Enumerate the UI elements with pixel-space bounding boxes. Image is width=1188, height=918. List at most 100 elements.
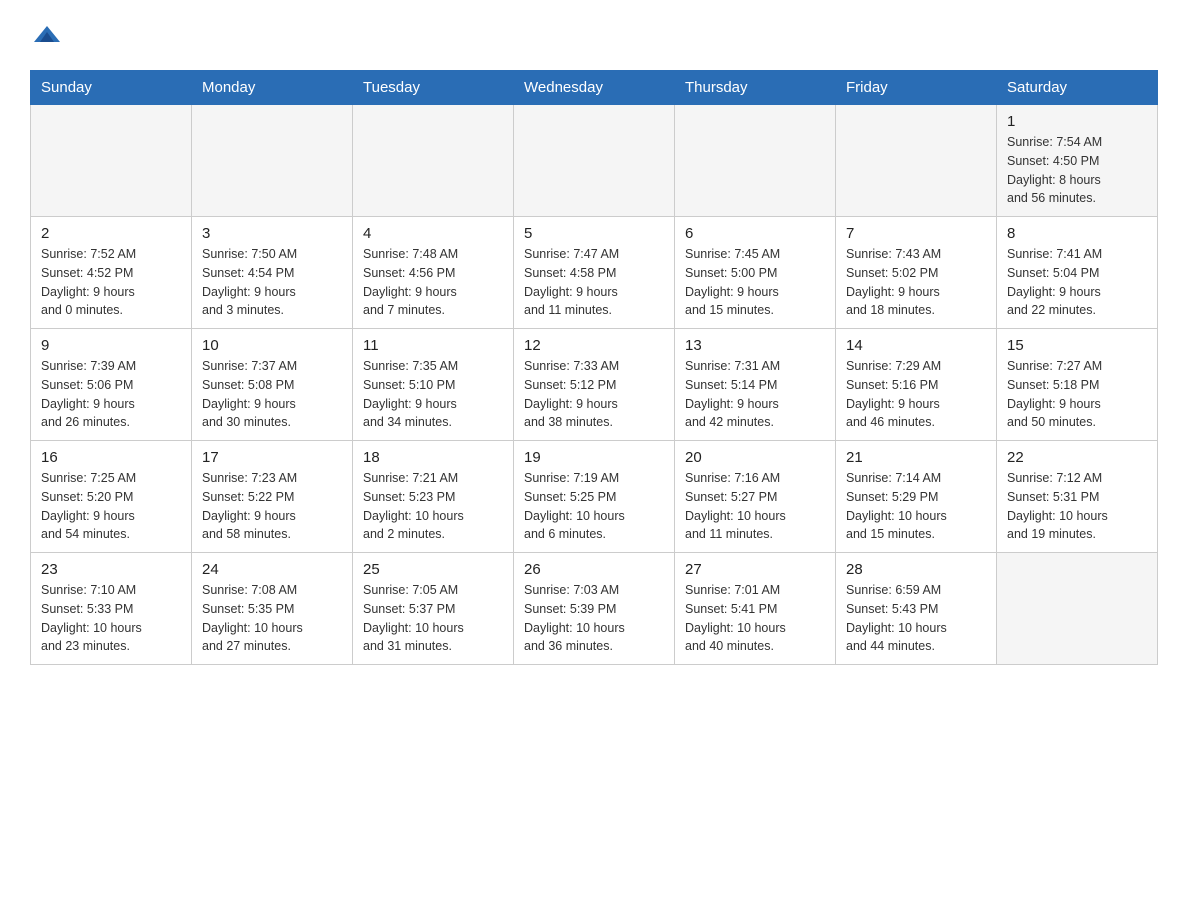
day-number: 10 — [202, 337, 342, 354]
weekday-header-friday: Friday — [836, 71, 997, 105]
day-number: 24 — [202, 561, 342, 578]
calendar-cell: 6 Sunrise: 7:45 AM Sunset: 5:00 PM Daylig… — [675, 217, 836, 329]
day-info: Sunrise: 7:37 AM Sunset: 5:08 PM Dayligh… — [202, 357, 342, 432]
day-info: Sunrise: 7:31 AM Sunset: 5:14 PM Dayligh… — [685, 357, 825, 432]
day-info: Sunrise: 7:23 AM Sunset: 5:22 PM Dayligh… — [202, 469, 342, 544]
day-number: 20 — [685, 449, 825, 466]
calendar-cell — [836, 105, 997, 217]
weekday-header-wednesday: Wednesday — [514, 71, 675, 105]
weekday-header-monday: Monday — [192, 71, 353, 105]
day-info: Sunrise: 7:41 AM Sunset: 5:04 PM Dayligh… — [1007, 245, 1147, 320]
day-info: Sunrise: 7:50 AM Sunset: 4:54 PM Dayligh… — [202, 245, 342, 320]
weekday-header-sunday: Sunday — [31, 71, 192, 105]
day-info: Sunrise: 6:59 AM Sunset: 5:43 PM Dayligh… — [846, 581, 986, 656]
day-number: 7 — [846, 225, 986, 242]
calendar-cell: 1 Sunrise: 7:54 AM Sunset: 4:50 PM Daylig… — [997, 105, 1158, 217]
calendar-cell: 21 Sunrise: 7:14 AM Sunset: 5:29 PM Dayli… — [836, 441, 997, 553]
day-number: 4 — [363, 225, 503, 242]
calendar-cell: 2 Sunrise: 7:52 AM Sunset: 4:52 PM Daylig… — [31, 217, 192, 329]
logo-icon — [32, 20, 62, 50]
day-info: Sunrise: 7:33 AM Sunset: 5:12 PM Dayligh… — [524, 357, 664, 432]
day-info: Sunrise: 7:08 AM Sunset: 5:35 PM Dayligh… — [202, 581, 342, 656]
day-number: 25 — [363, 561, 503, 578]
day-info: Sunrise: 7:52 AM Sunset: 4:52 PM Dayligh… — [41, 245, 181, 320]
day-number: 22 — [1007, 449, 1147, 466]
calendar-cell: 3 Sunrise: 7:50 AM Sunset: 4:54 PM Daylig… — [192, 217, 353, 329]
week-row-2: 2 Sunrise: 7:52 AM Sunset: 4:52 PM Daylig… — [31, 217, 1158, 329]
calendar-cell: 16Sunrise: 7:25 AM Sunset: 5:20 PM Dayli… — [31, 441, 192, 553]
calendar-cell: 13 Sunrise: 7:31 AM Sunset: 5:14 PM Dayli… — [675, 329, 836, 441]
calendar-cell: 20 Sunrise: 7:16 AM Sunset: 5:27 PM Dayli… — [675, 441, 836, 553]
calendar-cell: 27 Sunrise: 7:01 AM Sunset: 5:41 PM Dayli… — [675, 553, 836, 665]
day-info: Sunrise: 7:19 AM Sunset: 5:25 PM Dayligh… — [524, 469, 664, 544]
page-header — [30, 20, 1158, 50]
day-info: Sunrise: 7:21 AM Sunset: 5:23 PM Dayligh… — [363, 469, 503, 544]
calendar-cell: 18 Sunrise: 7:21 AM Sunset: 5:23 PM Dayli… — [353, 441, 514, 553]
day-number: 8 — [1007, 225, 1147, 242]
day-number: 2 — [41, 225, 181, 242]
logo — [30, 20, 62, 50]
calendar-cell — [192, 105, 353, 217]
day-info: Sunrise: 7:25 AM Sunset: 5:20 PM Dayligh… — [41, 469, 181, 544]
weekday-header-thursday: Thursday — [675, 71, 836, 105]
day-info: Sunrise: 7:12 AM Sunset: 5:31 PM Dayligh… — [1007, 469, 1147, 544]
day-number: 21 — [846, 449, 986, 466]
calendar-cell: 9 Sunrise: 7:39 AM Sunset: 5:06 PM Daylig… — [31, 329, 192, 441]
day-info: Sunrise: 7:43 AM Sunset: 5:02 PM Dayligh… — [846, 245, 986, 320]
day-number: 5 — [524, 225, 664, 242]
day-info: Sunrise: 7:01 AM Sunset: 5:41 PM Dayligh… — [685, 581, 825, 656]
calendar-cell: 8 Sunrise: 7:41 AM Sunset: 5:04 PM Daylig… — [997, 217, 1158, 329]
day-info: Sunrise: 7:35 AM Sunset: 5:10 PM Dayligh… — [363, 357, 503, 432]
day-number: 13 — [685, 337, 825, 354]
day-info: Sunrise: 7:14 AM Sunset: 5:29 PM Dayligh… — [846, 469, 986, 544]
weekday-header-tuesday: Tuesday — [353, 71, 514, 105]
day-info: Sunrise: 7:10 AM Sunset: 5:33 PM Dayligh… — [41, 581, 181, 656]
day-number: 19 — [524, 449, 664, 466]
day-number: 6 — [685, 225, 825, 242]
calendar-cell — [997, 553, 1158, 665]
calendar-cell: 4 Sunrise: 7:48 AM Sunset: 4:56 PM Daylig… — [353, 217, 514, 329]
calendar-cell: 25 Sunrise: 7:05 AM Sunset: 5:37 PM Dayli… — [353, 553, 514, 665]
calendar-cell: 12 Sunrise: 7:33 AM Sunset: 5:12 PM Dayli… — [514, 329, 675, 441]
day-number: 1 — [1007, 113, 1147, 130]
day-number: 14 — [846, 337, 986, 354]
day-number: 27 — [685, 561, 825, 578]
calendar-cell: 23 Sunrise: 7:10 AM Sunset: 5:33 PM Dayli… — [31, 553, 192, 665]
day-number: 18 — [363, 449, 503, 466]
day-info: Sunrise: 7:39 AM Sunset: 5:06 PM Dayligh… — [41, 357, 181, 432]
calendar-cell: 7 Sunrise: 7:43 AM Sunset: 5:02 PM Daylig… — [836, 217, 997, 329]
week-row-5: 23 Sunrise: 7:10 AM Sunset: 5:33 PM Dayli… — [31, 553, 1158, 665]
day-info: Sunrise: 7:48 AM Sunset: 4:56 PM Dayligh… — [363, 245, 503, 320]
day-info: Sunrise: 7:29 AM Sunset: 5:16 PM Dayligh… — [846, 357, 986, 432]
day-info: Sunrise: 7:47 AM Sunset: 4:58 PM Dayligh… — [524, 245, 664, 320]
day-info: Sunrise: 7:03 AM Sunset: 5:39 PM Dayligh… — [524, 581, 664, 656]
calendar-cell: 11 Sunrise: 7:35 AM Sunset: 5:10 PM Dayli… — [353, 329, 514, 441]
day-info: Sunrise: 7:45 AM Sunset: 5:00 PM Dayligh… — [685, 245, 825, 320]
day-number: 3 — [202, 225, 342, 242]
day-number: 23 — [41, 561, 181, 578]
calendar-cell: 10 Sunrise: 7:37 AM Sunset: 5:08 PM Dayli… — [192, 329, 353, 441]
calendar-cell — [353, 105, 514, 217]
day-info: Sunrise: 7:05 AM Sunset: 5:37 PM Dayligh… — [363, 581, 503, 656]
calendar-cell — [514, 105, 675, 217]
calendar-cell: 28 Sunrise: 6:59 AM Sunset: 5:43 PM Dayli… — [836, 553, 997, 665]
calendar-cell: 24 Sunrise: 7:08 AM Sunset: 5:35 PM Dayli… — [192, 553, 353, 665]
calendar-cell — [675, 105, 836, 217]
day-number: 15 — [1007, 337, 1147, 354]
day-number: 26 — [524, 561, 664, 578]
day-number: 28 — [846, 561, 986, 578]
day-number: 9 — [41, 337, 181, 354]
day-number: 17 — [202, 449, 342, 466]
calendar-cell: 22 Sunrise: 7:12 AM Sunset: 5:31 PM Dayli… — [997, 441, 1158, 553]
day-number: 11 — [363, 337, 503, 354]
calendar-cell: 26 Sunrise: 7:03 AM Sunset: 5:39 PM Dayli… — [514, 553, 675, 665]
week-row-1: 1 Sunrise: 7:54 AM Sunset: 4:50 PM Daylig… — [31, 105, 1158, 217]
day-info: Sunrise: 7:54 AM Sunset: 4:50 PM Dayligh… — [1007, 133, 1147, 208]
day-info: Sunrise: 7:16 AM Sunset: 5:27 PM Dayligh… — [685, 469, 825, 544]
calendar-cell: 15 Sunrise: 7:27 AM Sunset: 5:18 PM Dayli… — [997, 329, 1158, 441]
calendar-cell — [31, 105, 192, 217]
week-row-3: 9 Sunrise: 7:39 AM Sunset: 5:06 PM Daylig… — [31, 329, 1158, 441]
calendar-cell: 14 Sunrise: 7:29 AM Sunset: 5:16 PM Dayli… — [836, 329, 997, 441]
day-number: 12 — [524, 337, 664, 354]
day-info: Sunrise: 7:27 AM Sunset: 5:18 PM Dayligh… — [1007, 357, 1147, 432]
